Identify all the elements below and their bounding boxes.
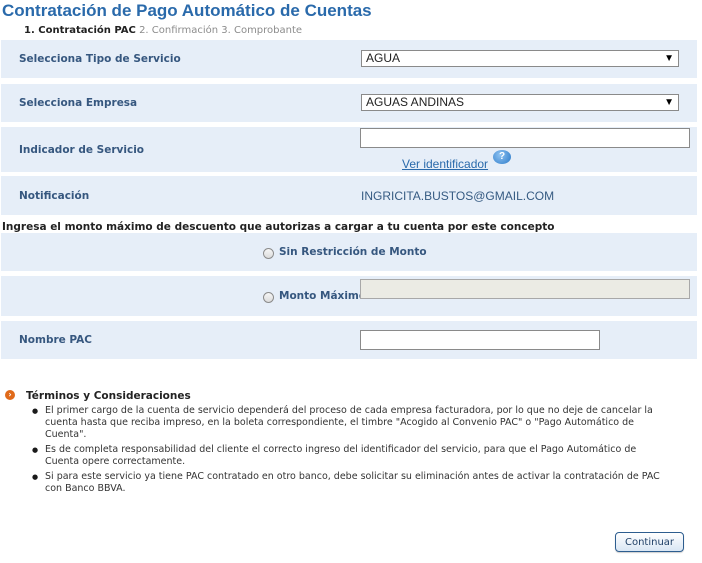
terms-title: Términos y Consideraciones	[26, 390, 191, 402]
dropdown-arrow-icon: ▼	[664, 97, 674, 108]
monto-instruction: Ingresa el monto máximo de descuento que…	[2, 221, 555, 233]
nombre-pac-input[interactable]	[360, 330, 600, 350]
empresa-value: AGUAS ANDINAS	[366, 95, 465, 109]
notificacion-value: INGRICITA.BUSTOS@GMAIL.COM	[361, 189, 555, 203]
continue-button[interactable]: Continuar	[615, 532, 684, 552]
terms-list: El primer cargo de la cuenta de servicio…	[32, 405, 664, 498]
indicador-label: Indicador de Servicio	[19, 144, 145, 156]
terms-item: El primer cargo de la cuenta de servicio…	[32, 405, 664, 441]
question-help-icon[interactable]: ?	[493, 150, 511, 164]
nombre-pac-label: Nombre PAC	[19, 334, 92, 346]
tipo-servicio-value: AGUA	[366, 51, 401, 65]
step-1-label: 1. Contratación PAC	[24, 25, 136, 36]
dropdown-arrow-icon: ▼	[664, 53, 674, 64]
row-empresa: Selecciona Empresa AGUAS ANDINAS ▼	[1, 84, 697, 123]
empresa-label: Selecciona Empresa	[19, 97, 138, 109]
notificacion-label: Notificación	[19, 190, 90, 202]
tipo-servicio-select[interactable]: AGUA ▼	[361, 50, 679, 67]
terms-item: Es de completa responsabilidad del clien…	[32, 444, 664, 468]
page-title: Contratación de Pago Automático de Cuent…	[2, 1, 372, 20]
row-notificacion: Notificación	[1, 176, 697, 216]
step-indicator: 1. Contratación PAC 2. Confirmación 3. C…	[24, 25, 302, 36]
step-3-label: 3. Comprobante	[221, 25, 303, 36]
arrow-bullet-icon: ›	[5, 390, 15, 400]
terms-item: Si para este servicio ya tiene PAC contr…	[32, 471, 664, 495]
step-2-label: 2. Confirmación	[139, 25, 219, 36]
monto-maximo-input[interactable]	[360, 279, 690, 299]
tipo-servicio-label: Selecciona Tipo de Servicio	[19, 53, 181, 65]
empresa-select[interactable]: AGUAS ANDINAS ▼	[361, 94, 679, 111]
sin-restriccion-label[interactable]: Sin Restricción de Monto	[279, 246, 427, 258]
monto-maximo-label[interactable]: Monto Máximo	[279, 290, 366, 302]
row-tipo-servicio: Selecciona Tipo de Servicio AGUA ▼	[1, 40, 697, 79]
monto-maximo-radio[interactable]	[263, 292, 274, 303]
indicador-input[interactable]	[360, 128, 690, 148]
ver-identificador-link[interactable]: Ver identificador	[402, 157, 488, 171]
sin-restriccion-radio[interactable]	[263, 248, 274, 259]
